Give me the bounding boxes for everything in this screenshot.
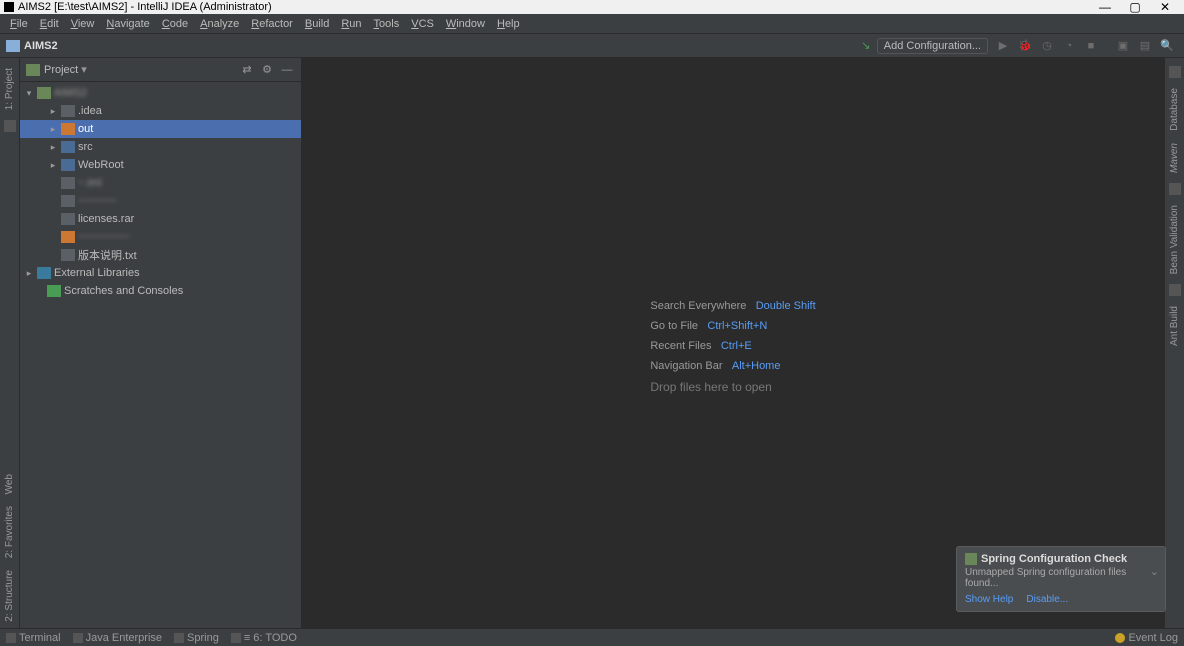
breadcrumb-project[interactable]: AIMS2 [24,40,58,52]
project-folder-icon [6,40,20,52]
tree-node-------[interactable]: ~~~~~~ [20,192,301,210]
notification-popup: Spring Configuration Check Unmapped Spri… [956,546,1166,612]
nav-bar: AIMS2 ↘ Add Configuration... ▶ 🐞 ◷ ◔ ■ ▣… [0,34,1184,58]
menu-vcs[interactable]: VCS [405,18,440,30]
add-configuration-button[interactable]: Add Configuration... [877,38,988,54]
menu-help[interactable]: Help [491,18,526,30]
notification-expand-icon[interactable]: ⌄ [1150,565,1159,578]
window-maximize[interactable]: ▢ [1120,0,1150,14]
tree-scratches[interactable]: Scratches and Consoles [20,282,301,300]
bean-validation-icon[interactable] [1169,183,1181,195]
bottom-tab-todo[interactable]: ≡ 6: TODO [231,632,297,644]
project-tree[interactable]: ▾ AIMS2 ▸.idea▸out▸src▸WebRoot~.iml~~~~~… [20,82,301,628]
bottom-bar: Terminal Java Enterprise Spring ≡ 6: TODO Ev… [0,628,1184,646]
debug-icon[interactable]: 🐞 [1016,37,1034,55]
profile-icon[interactable]: ◔ [1060,37,1078,55]
project-view-icon [26,64,40,76]
tree-external-libraries[interactable]: ▸ External Libraries [20,264,301,282]
run-icon[interactable]: ▶ [994,37,1012,55]
window-close[interactable]: ✕ [1150,0,1180,14]
coverage-icon[interactable]: ◷ [1038,37,1056,55]
menu-refactor[interactable]: Refactor [245,18,299,30]
project-panel-header: Project ⇄ ⚙ — [20,58,301,82]
build-check-icon[interactable]: ↘ [857,37,875,55]
bottom-tab-spring[interactable]: Spring [174,632,219,644]
tree-node-WebRoot[interactable]: ▸WebRoot [20,156,301,174]
database-icon[interactable] [1169,66,1181,78]
notification-message: Unmapped Spring configuration files foun… [965,567,1157,589]
tree-node-licenses-rar[interactable]: licenses.rar [20,210,301,228]
hint-row: Recent Files Ctrl+E [650,338,815,352]
project-view-selector[interactable]: Project [44,63,87,76]
stop-icon[interactable]: ■ [1082,37,1100,55]
notification-disable-link[interactable]: Disable... [1026,594,1068,605]
tool-maven-tab[interactable]: Maven [1169,143,1180,173]
main-area: 1: Project Web 2: Favorites 2: Structure… [0,58,1184,628]
menu-navigate[interactable]: Navigate [100,18,155,30]
bottom-tab-java-enterprise[interactable]: Java Enterprise [73,632,162,644]
tree-node---------[interactable]: ~~~~~~~~ [20,228,301,246]
hint-row: Go to File Ctrl+Shift+N [650,318,815,332]
menu-tools[interactable]: Tools [368,18,406,30]
menu-build[interactable]: Build [299,18,335,30]
tool-structure-tab[interactable]: 2: Structure [4,570,15,622]
tool-database-tab[interactable]: Database [1169,88,1180,131]
drop-hint: Drop files here to open [650,380,815,394]
left-tool-strip: 1: Project Web 2: Favorites 2: Structure [0,58,20,628]
menu-run[interactable]: Run [335,18,367,30]
bottom-tab-terminal[interactable]: Terminal [6,632,61,644]
tool-web-tab[interactable]: Web [4,474,15,494]
tool-project-tab[interactable]: 1: Project [4,68,15,110]
tool-bean-validation-tab[interactable]: Bean Validation [1169,205,1180,274]
window-title: AIMS2 [E:\test\AIMS2] - IntelliJ IDEA (A… [18,1,272,13]
menu-file[interactable]: File [4,18,34,30]
tool-ant-build-tab[interactable]: Ant Build [1169,306,1180,346]
empty-state-hints: Search Everywhere Double Shift Go to File… [650,292,815,394]
project-minimize-icon[interactable]: — [279,64,295,76]
search-everywhere-icon[interactable]: 🔍 [1158,37,1176,55]
project-structure-icon[interactable]: ▣ [1114,37,1132,55]
tree-root[interactable]: ▾ AIMS2 [20,84,301,102]
tree-node-out[interactable]: ▸out [20,120,301,138]
menu-code[interactable]: Code [156,18,194,30]
select-opened-file-icon[interactable]: ⇄ [239,63,255,76]
tree-node---iml[interactable]: ~.iml [20,174,301,192]
settings-icon[interactable]: ▤ [1136,37,1154,55]
tree-node------txt[interactable]: 版本说明.txt [20,246,301,264]
menu-edit[interactable]: Edit [34,18,65,30]
notification-title: Spring Configuration Check [965,553,1157,565]
hint-row: Search Everywhere Double Shift [650,298,815,312]
app-icon [4,2,14,12]
right-tool-strip: Database Maven Bean Validation Ant Build [1164,58,1184,628]
project-panel: Project ⇄ ⚙ — ▾ AIMS2 ▸.idea▸out▸src▸Web… [20,58,302,628]
tree-node--idea[interactable]: ▸.idea [20,102,301,120]
event-log-button[interactable]: Event Log [1115,632,1178,644]
notification-show-help-link[interactable]: Show Help [965,594,1013,605]
tool-square-icon[interactable] [4,120,16,132]
editor-area[interactable]: Search Everywhere Double Shift Go to File… [302,58,1164,628]
project-settings-icon[interactable]: ⚙ [259,63,275,76]
menu-bar: FileEditViewNavigateCodeAnalyzeRefactorB… [0,14,1184,34]
tool-favorites-tab[interactable]: 2: Favorites [4,506,15,558]
menu-analyze[interactable]: Analyze [194,18,245,30]
title-bar: AIMS2 [E:\test\AIMS2] - IntelliJ IDEA (A… [0,0,1184,14]
tree-node-src[interactable]: ▸src [20,138,301,156]
hint-row: Navigation Bar Alt+Home [650,358,815,372]
window-minimize[interactable]: — [1090,0,1120,14]
ant-icon[interactable] [1169,284,1181,296]
menu-view[interactable]: View [65,18,101,30]
menu-window[interactable]: Window [440,18,491,30]
